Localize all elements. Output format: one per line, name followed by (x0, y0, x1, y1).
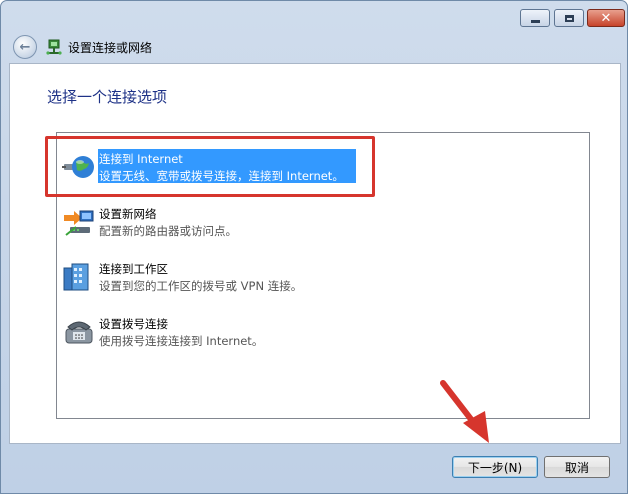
workplace-icon (63, 263, 89, 291)
back-arrow-icon: ← (19, 39, 31, 55)
page-title: 设置连接或网络 (68, 41, 153, 55)
next-button[interactable]: 下一步(N) (452, 456, 538, 478)
minimize-button[interactable] (520, 9, 550, 27)
back-button[interactable]: ← (13, 35, 37, 59)
option-dialup[interactable]: 设置拨号连接 使用拨号连接连接到 Internet。 (62, 312, 562, 352)
option-title: 连接到工作区 (99, 262, 168, 276)
wizard-nav: ← 设置连接或网络 (9, 31, 621, 63)
new-network-icon (64, 210, 94, 236)
option-connect-workplace[interactable]: 连接到工作区 设置到您的工作区的拨号或 VPN 连接。 (62, 257, 562, 297)
close-button[interactable]: ✕ (587, 9, 625, 27)
minimize-icon (530, 19, 540, 23)
wizard-content: 选择一个连接选项 连接到 Internet 设置无线、宽带或拨号连接，连接到 I… (9, 63, 621, 444)
maximize-icon (564, 14, 574, 22)
network-wizard-icon (46, 39, 62, 55)
option-new-network[interactable]: 设置新网络 配置新的路由器或访问点。 (62, 202, 562, 242)
title-bar: ✕ (1, 1, 627, 31)
dialup-phone-icon (65, 321, 93, 344)
option-title: 设置新网络 (99, 207, 157, 221)
wizard-window: ✕ ← 设置连接或网络 选择一个连接选项 连接到 Internet 设置无线、宽… (0, 0, 628, 494)
cancel-button[interactable]: 取消 (544, 456, 610, 478)
section-heading: 选择一个连接选项 (47, 88, 168, 106)
close-icon: ✕ (600, 10, 612, 26)
option-desc: 设置到您的工作区的拨号或 VPN 连接。 (99, 279, 303, 293)
option-title: 设置拨号连接 (99, 317, 168, 331)
option-desc: 配置新的路由器或访问点。 (99, 224, 237, 238)
wizard-footer: 下一步(N) 取消 (1, 444, 627, 494)
annotation-highlight-box (45, 136, 375, 197)
maximize-button[interactable] (554, 9, 584, 27)
option-desc: 使用拨号连接连接到 Internet。 (99, 334, 264, 348)
